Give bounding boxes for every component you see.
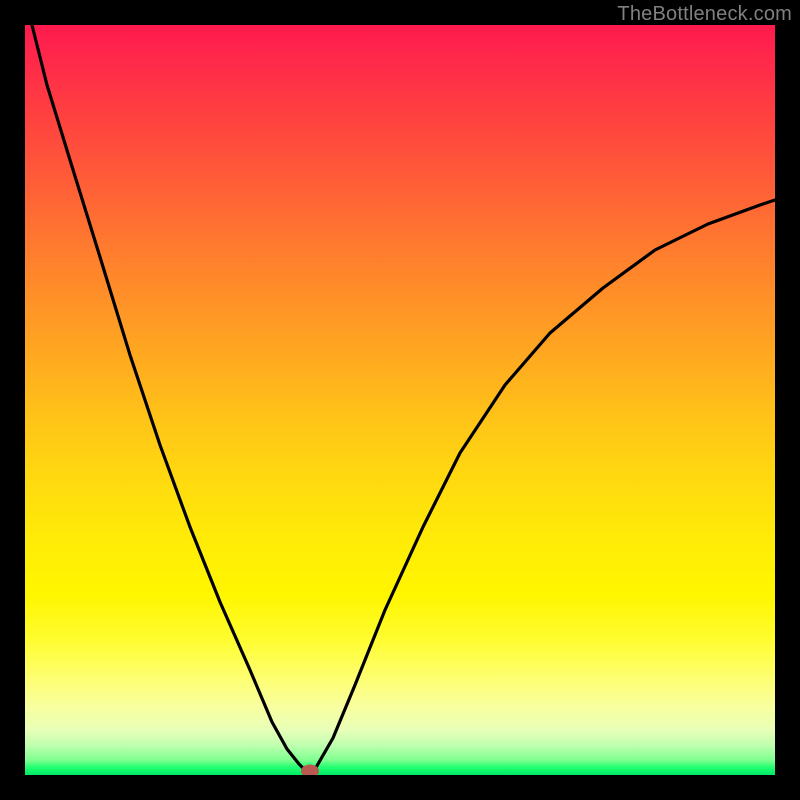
curve-layer — [25, 25, 775, 775]
bottleneck-curve — [32, 25, 775, 775]
plot-area — [25, 25, 775, 775]
chart-frame: TheBottleneck.com — [0, 0, 800, 800]
watermark-text: TheBottleneck.com — [617, 3, 792, 26]
